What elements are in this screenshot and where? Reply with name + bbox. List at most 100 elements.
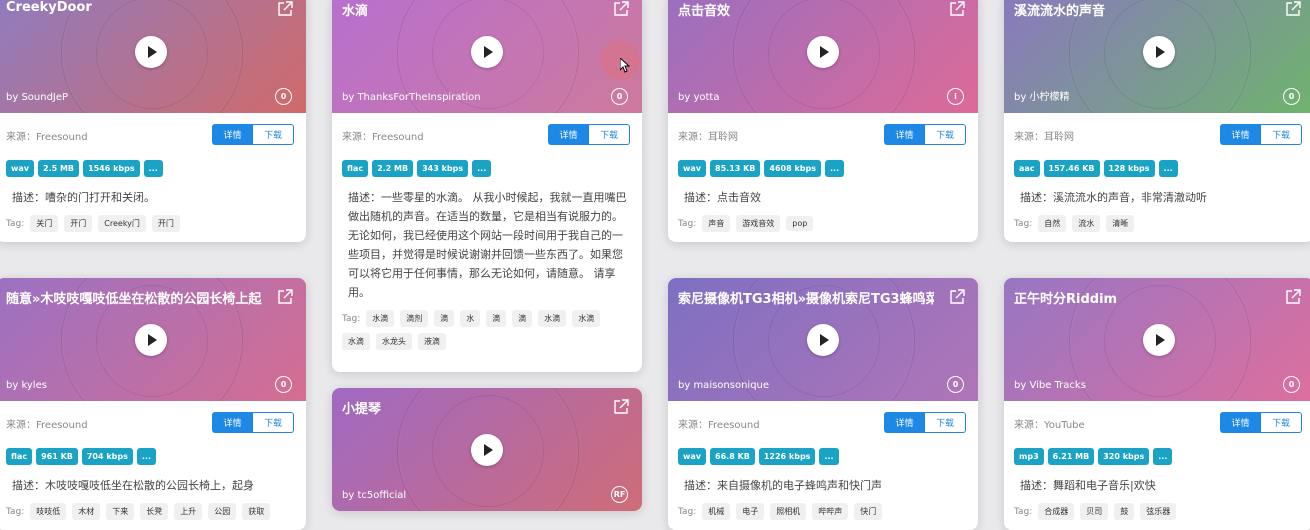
- tag-list: Tag: 水滴 滴剂滴水滴滴水滴 水滴 水滴 水龙头 液滴: [342, 302, 632, 350]
- play-button[interactable]: [135, 323, 167, 356]
- more-badge[interactable]: ...: [825, 160, 845, 177]
- tag-label: Tag:: [342, 313, 361, 324]
- details-button[interactable]: 详情: [884, 412, 925, 433]
- action-buttons: 详情 下载: [212, 124, 294, 145]
- play-button[interactable]: [1143, 323, 1175, 356]
- tag-list: Tag: 机械 电子 照相机 哔哔声 快门: [678, 495, 968, 520]
- tag-chip[interactable]: 滴剂: [400, 310, 429, 327]
- download-button[interactable]: 下载: [925, 412, 966, 433]
- sound-card[interactable]: 溪流流水的声音 by 小柠檬精 0 来源：耳聆网 详情 下载 aac 157.46 KB 128…: [1004, 0, 1310, 242]
- sound-card[interactable]: 索尼摄像机TG3相机»摄像机索尼TG3蜂鸣菜单错误 by maisonsoniqu…: [668, 278, 978, 530]
- more-badge[interactable]: ...: [143, 160, 163, 177]
- download-button[interactable]: 下载: [253, 412, 294, 433]
- sound-card[interactable]: 点击音效 by yotta i 来源：耳聆网 详情 下载 wav 85.13 KB 4608 k…: [668, 0, 978, 242]
- tag-chip[interactable]: 合成器: [1038, 503, 1075, 520]
- play-button[interactable]: [135, 35, 167, 68]
- external-link-icon[interactable]: [1284, 0, 1302, 18]
- tag-chip[interactable]: 照相机: [770, 503, 807, 520]
- details-button[interactable]: 详情: [1220, 124, 1261, 145]
- more-badge[interactable]: ...: [1158, 160, 1178, 177]
- details-button[interactable]: 详情: [548, 124, 589, 145]
- tag-chip[interactable]: 获取: [242, 503, 271, 520]
- tag-chip[interactable]: 关门: [30, 215, 59, 232]
- details-button[interactable]: 详情: [1220, 412, 1261, 433]
- sound-title: 随意»木吱吱嘎吱低坐在松散的公园长椅上起床: [6, 292, 262, 307]
- sound-title: 溪流流水的声音: [1014, 4, 1106, 19]
- info-badge: 157.46 KB: [1043, 160, 1100, 177]
- tag-chip[interactable]: 弦乐器: [1140, 503, 1177, 520]
- more-badge[interactable]: ...: [1153, 448, 1173, 465]
- tag-chip[interactable]: 哔哔声: [812, 503, 849, 520]
- tag-chip[interactable]: 清晰: [1106, 215, 1135, 232]
- description-text: 嘈杂的门打开和关闭。: [45, 191, 155, 204]
- tag-chip[interactable]: 开门: [64, 215, 93, 232]
- tag-chip[interactable]: 流水: [1072, 215, 1101, 232]
- tag-chip[interactable]: 水滴: [538, 310, 567, 327]
- sound-card[interactable]: CreekyDoor by SoundJeP 0 来源：Freesound 详情 下载 wa…: [0, 0, 306, 242]
- download-button[interactable]: 下载: [1261, 412, 1302, 433]
- download-button[interactable]: 下载: [589, 124, 630, 145]
- external-link-icon[interactable]: [612, 398, 630, 416]
- tag-chip[interactable]: 机械: [702, 503, 731, 520]
- tag-chip[interactable]: 上升: [174, 503, 203, 520]
- tag-chip[interactable]: 滴: [512, 310, 533, 327]
- tag-chip[interactable]: 贝司: [1080, 503, 1109, 520]
- tag-chip[interactable]: 鼓: [1114, 503, 1135, 520]
- download-button[interactable]: 下载: [253, 124, 294, 145]
- tag-chip[interactable]: 公园: [208, 503, 237, 520]
- tag-chip[interactable]: 吱吱低: [30, 503, 67, 520]
- tag-chip[interactable]: 液滴: [418, 333, 446, 350]
- info-badge: 320 kbps: [1098, 448, 1150, 465]
- details-button[interactable]: 详情: [884, 124, 925, 145]
- tag-chip[interactable]: 声音: [702, 215, 731, 232]
- play-button[interactable]: [471, 433, 503, 466]
- tag-chip[interactable]: Creeky门: [98, 215, 146, 232]
- tag-chip[interactable]: 电子: [736, 503, 765, 520]
- tag-chip[interactable]: 下来: [106, 503, 135, 520]
- source-row: 来源：Freesound 详情 下载: [6, 401, 296, 441]
- more-badge[interactable]: ...: [136, 448, 157, 465]
- source-prefix: 来源：: [678, 420, 708, 431]
- sound-title: CreekyDoor: [6, 0, 92, 15]
- sound-card[interactable]: 正午时分Riddim by Vibe Tracks 0 来源：YouTube 详情 下载 m…: [1004, 278, 1310, 530]
- tag-chip[interactable]: 开门: [151, 215, 180, 232]
- external-link-icon[interactable]: [948, 0, 966, 18]
- download-button[interactable]: 下载: [925, 124, 966, 145]
- tag-label: Tag:: [1014, 506, 1033, 517]
- download-button[interactable]: 下载: [1261, 124, 1302, 145]
- more-badge[interactable]: ...: [819, 448, 839, 465]
- play-button[interactable]: [1143, 35, 1175, 68]
- card-body: 来源：耳聆网 详情 下载 wav 85.13 KB 4608 kbps... 描述：点击音效…: [668, 113, 978, 242]
- details-button[interactable]: 详情: [212, 412, 253, 433]
- sound-card[interactable]: 随意»木吱吱嘎吱低坐在松散的公园长椅上起床 by kyles 0 来源：Freesou…: [0, 278, 306, 530]
- play-button[interactable]: [471, 35, 503, 68]
- tag-chip[interactable]: 水龙头: [376, 333, 412, 350]
- tag-chip[interactable]: 水滴: [342, 333, 370, 350]
- tag-chip[interactable]: 快门: [854, 503, 883, 520]
- tag-chip[interactable]: 水滴: [366, 310, 395, 327]
- play-button[interactable]: [807, 35, 839, 68]
- tag-chip[interactable]: 自然: [1038, 215, 1067, 232]
- sound-card[interactable]: 小提琴 by tc5official RF: [332, 388, 642, 511]
- external-link-icon[interactable]: [276, 0, 294, 18]
- tag-chip[interactable]: 木材: [72, 503, 101, 520]
- more-badge[interactable]: ...: [472, 160, 492, 177]
- play-button[interactable]: [807, 323, 839, 356]
- tag-chip[interactable]: 滴: [434, 310, 455, 327]
- tag-chip[interactable]: 水: [460, 310, 481, 327]
- external-link-icon[interactable]: [1284, 288, 1302, 306]
- tag-chip[interactable]: pop: [786, 216, 814, 231]
- mouse-cursor-icon: [620, 58, 630, 73]
- external-link-icon[interactable]: [612, 0, 630, 18]
- tag-chip[interactable]: 长凳: [140, 503, 169, 520]
- description-prefix: 描述：: [1020, 479, 1053, 492]
- details-button[interactable]: 详情: [212, 124, 253, 145]
- tag-label: Tag:: [6, 506, 25, 517]
- tag-chip[interactable]: 水滴: [572, 310, 601, 327]
- external-link-icon[interactable]: [948, 288, 966, 306]
- tag-chip[interactable]: 滴: [486, 310, 507, 327]
- description: 描述：点击音效: [678, 177, 968, 207]
- external-link-icon[interactable]: [276, 288, 294, 306]
- sound-card[interactable]: 水滴 by ThanksForTheInspiration 0 来源：Freesoun…: [332, 0, 642, 372]
- tag-chip[interactable]: 游戏音效: [736, 215, 781, 232]
